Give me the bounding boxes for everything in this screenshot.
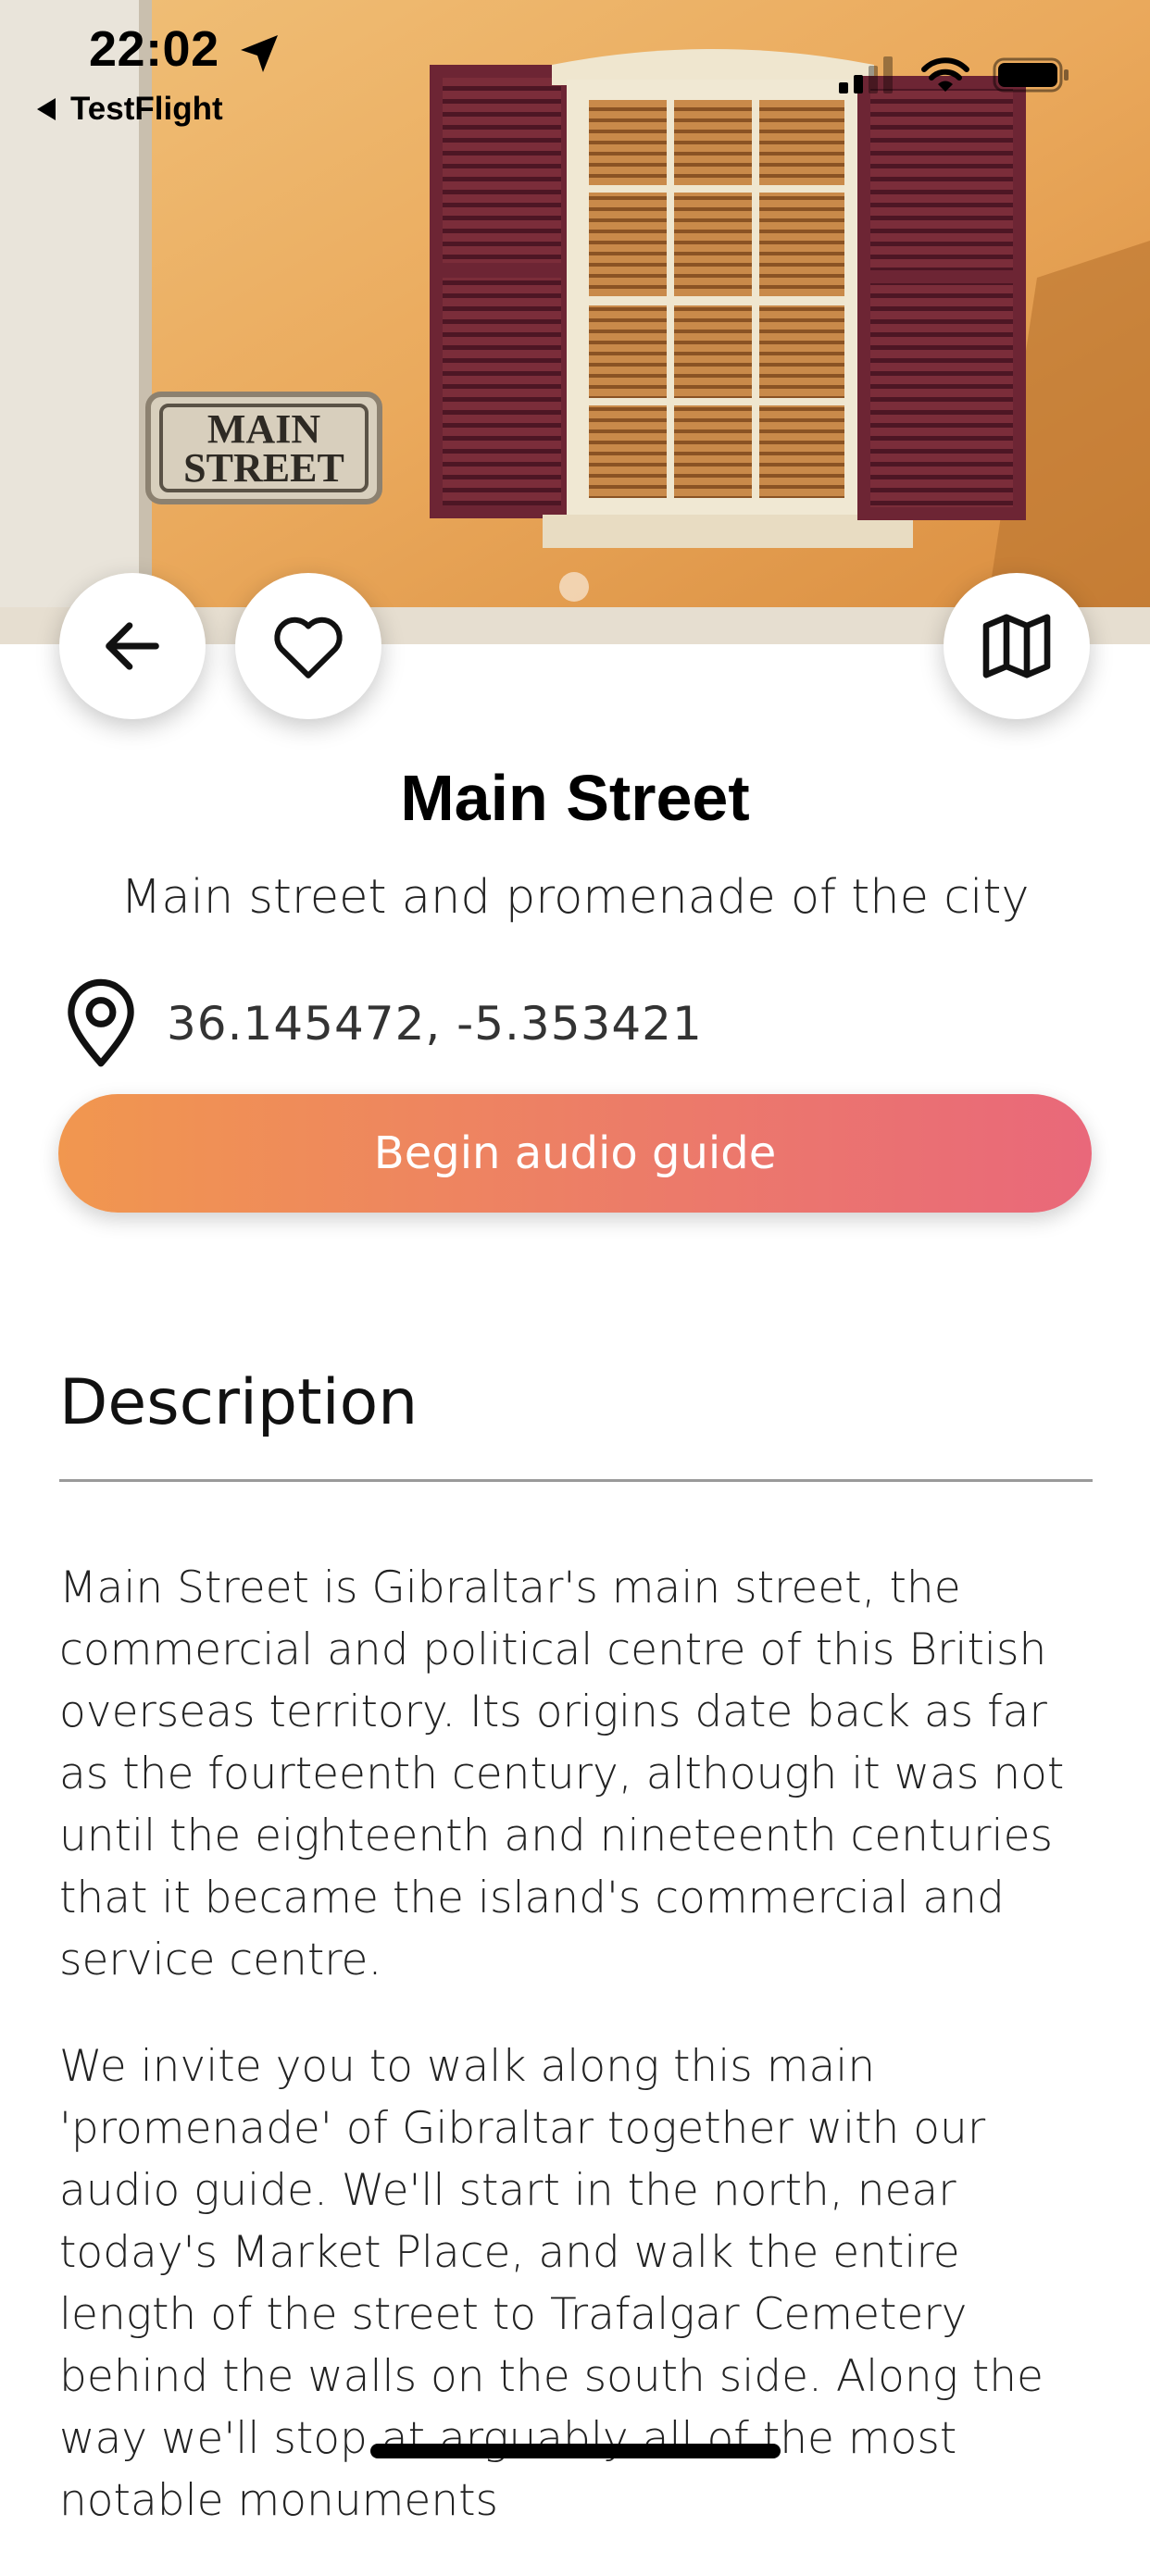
map-button[interactable] xyxy=(944,573,1090,719)
arrow-left-icon xyxy=(106,622,159,670)
begin-audio-guide-button[interactable]: Begin audio guide xyxy=(58,1094,1092,1213)
page-title: Main Street xyxy=(400,762,750,834)
carousel-page-dot xyxy=(559,572,589,602)
description-body: Main Street is Gibraltar's main street, … xyxy=(59,1557,1106,2576)
heart-icon xyxy=(274,616,343,678)
favorite-button[interactable] xyxy=(235,573,381,719)
coordinates-row: 36.145472, -5.353421 xyxy=(59,977,703,1070)
location-arrow-icon xyxy=(241,35,278,72)
coordinates-text: 36.145472, -5.353421 xyxy=(167,997,703,1051)
back-to-testflight[interactable]: TestFlight xyxy=(37,91,223,128)
status-indicators xyxy=(839,56,1070,94)
wifi-icon xyxy=(921,57,969,92)
back-triangle-icon xyxy=(37,98,56,120)
location-pin-icon xyxy=(68,978,134,1067)
back-app-label: TestFlight xyxy=(70,91,223,127)
home-indicator[interactable] xyxy=(370,2444,781,2458)
description-heading: Description xyxy=(59,1366,419,1439)
back-button[interactable] xyxy=(59,573,206,719)
status-time: 22:02 xyxy=(89,21,219,77)
description-paragraph-1: Main Street is Gibraltar's main street, … xyxy=(59,1562,1065,1985)
sign-line2: STREET xyxy=(183,445,344,491)
map-icon xyxy=(982,614,1051,678)
cellular-signal-icon xyxy=(839,56,893,93)
description-divider xyxy=(59,1479,1093,1482)
place-subtitle: Main street and promenade of the city xyxy=(120,870,1030,925)
battery-icon xyxy=(993,57,1069,93)
